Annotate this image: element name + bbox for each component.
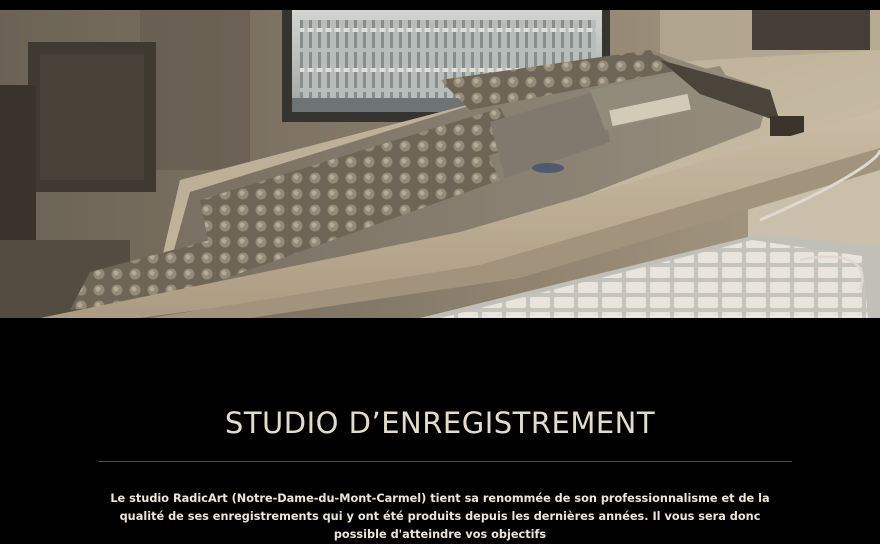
section-intro-text: Le studio RadicArt (Notre-Dame-du-Mont-C…	[110, 492, 770, 541]
hero-banner	[0, 0, 880, 318]
divider	[98, 461, 792, 462]
section-title: STUDIO D’ENREGISTREMENT	[224, 406, 656, 440]
studio-section: STUDIO D’ENREGISTREMENT Le studio RadicA…	[0, 318, 880, 541]
studio-console-image	[0, 10, 880, 318]
